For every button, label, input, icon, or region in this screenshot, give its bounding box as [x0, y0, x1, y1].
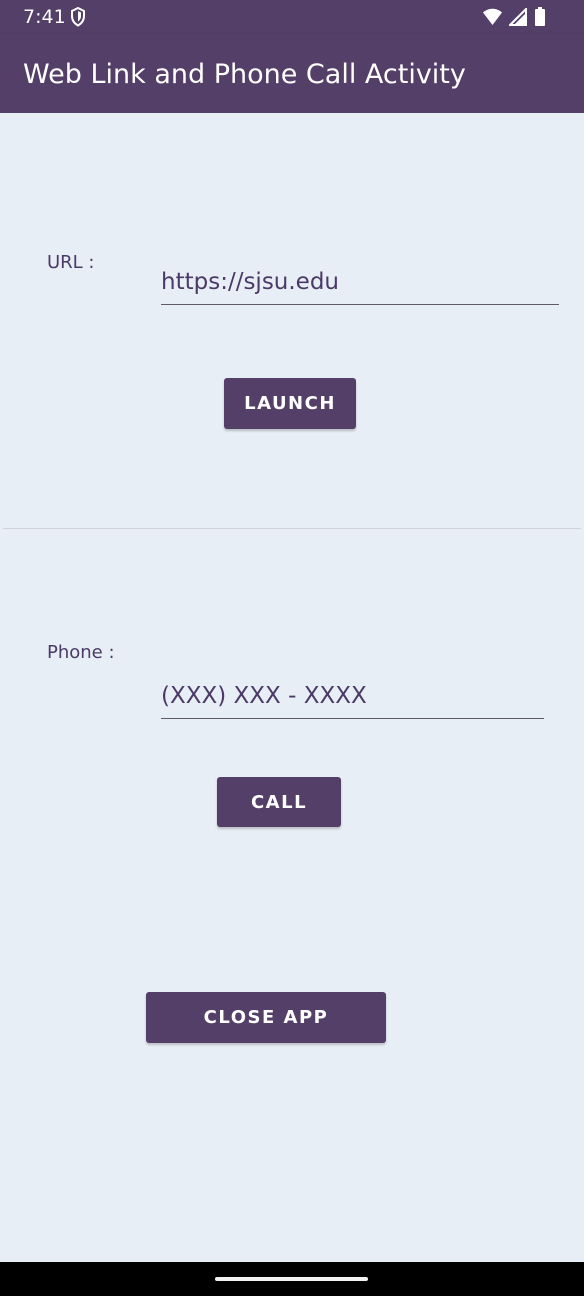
launch-button[interactable]: LAUNCH — [224, 378, 356, 429]
shield-icon — [71, 7, 85, 27]
status-time: 7:41 — [23, 6, 66, 28]
phone-input-wrapper[interactable] — [161, 674, 544, 719]
battery-icon — [535, 7, 545, 26]
app-title: Web Link and Phone Call Activity — [23, 59, 466, 90]
app-bar: Web Link and Phone Call Activity — [0, 34, 584, 113]
home-gesture-handle[interactable] — [215, 1277, 368, 1281]
url-label: URL : — [47, 252, 95, 273]
close-app-button[interactable]: CLOSE APP — [146, 992, 386, 1043]
navigation-bar — [0, 1262, 584, 1296]
url-input[interactable] — [161, 260, 559, 304]
url-input-wrapper[interactable] — [161, 260, 559, 305]
status-bar: 7:41 — [0, 0, 584, 34]
phone-label: Phone : — [47, 642, 115, 663]
call-button[interactable]: CALL — [217, 777, 341, 827]
phone-input[interactable] — [161, 674, 544, 718]
main-content: URL : LAUNCH Phone : CALL CLOSE APP — [0, 113, 584, 1262]
signal-icon — [509, 8, 527, 26]
status-icons — [482, 7, 546, 27]
section-divider — [3, 528, 581, 529]
wifi-icon — [483, 8, 502, 25]
